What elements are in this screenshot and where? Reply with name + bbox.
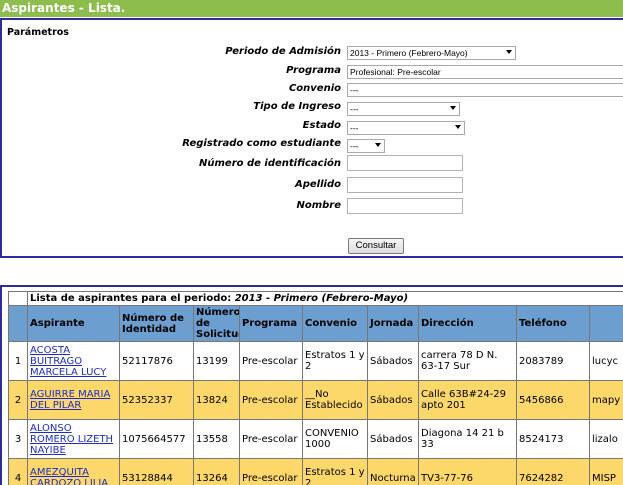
results-panel: Lista de aspirantes para el periodo: 201… [0, 285, 623, 485]
aspirante-link[interactable]: AMEZQUITA CARDOZO LILIA [30, 467, 108, 485]
row-index: 4 [9, 459, 28, 485]
telefono-cell: 2083789 [517, 342, 590, 381]
direccion-cell: carrera 78 D N. 63-17 Sur [419, 342, 517, 381]
tipo-ingreso-label: Tipo de Ingreso [253, 101, 341, 112]
table-row: 4 AMEZQUITA CARDOZO LILIA 53128844 13264… [9, 459, 623, 485]
solicitud-cell: 13558 [194, 420, 240, 459]
solicitud-cell: 13264 [194, 459, 240, 485]
jornada-cell: Sábados [368, 381, 419, 420]
registrado-label: Registrado como estudiante [182, 138, 341, 149]
table-row: 3 ALONSO ROMERO LIZETH NAYIBE 1075664577… [9, 420, 623, 459]
convenio-cell: Estratos 1 y 2 [303, 459, 368, 485]
aspirante-cell: ACOSTA BUITRAGO MARCELA LUCY [28, 342, 120, 381]
window-title: Aspirantes - Lista. [0, 0, 623, 17]
aspirante-cell: AMEZQUITA CARDOZO LILIA [28, 459, 120, 485]
nombre-label: Nombre [296, 200, 341, 211]
row-index: 3 [9, 420, 28, 459]
row-index: 1 [9, 342, 28, 381]
apellido-input[interactable] [347, 177, 463, 193]
telefono-cell: 8524173 [517, 420, 590, 459]
numero-identificacion-label: Número de identificación [199, 158, 341, 169]
aspirante-cell: ALONSO ROMERO LIZETH NAYIBE [28, 420, 120, 459]
programa-cell: Pre-escolar [240, 381, 303, 420]
convenio-cell: __No Establecido [303, 381, 368, 420]
identidad-cell: 1075664577 [120, 420, 194, 459]
telefono-cell: 7624282 [517, 459, 590, 485]
col-aspirante[interactable]: Aspirante [28, 306, 120, 342]
chevron-down-icon [506, 50, 512, 54]
table-row: 2 AGUIRRE MARIA DEL PILAR 52352337 13824… [9, 381, 623, 420]
solicitud-cell: 13824 [194, 381, 240, 420]
identidad-cell: 53128844 [120, 459, 194, 485]
solicitud-cell: 13199 [194, 342, 240, 381]
aspirante-link[interactable]: ALONSO ROMERO LIZETH NAYIBE [30, 423, 113, 456]
col-jornada[interactable]: Jornada [368, 306, 419, 342]
apellido-label: Apellido [295, 179, 341, 190]
tipo-ingreso-select[interactable]: --- [347, 102, 460, 116]
aspirante-link[interactable]: ACOSTA BUITRAGO MARCELA LUCY [30, 345, 106, 378]
col-convenio[interactable]: Convenio [303, 306, 368, 342]
row-index: 2 [9, 381, 28, 420]
direccion-cell: TV3-77-76 [419, 459, 517, 485]
table-row: 1 ACOSTA BUITRAGO MARCELA LUCY 52117876 … [9, 342, 623, 381]
chevron-down-icon [450, 106, 456, 110]
numero-identificacion-input[interactable] [347, 155, 463, 171]
identidad-cell: 52352337 [120, 381, 194, 420]
convenio-cell: CONVENIO 1000 [303, 420, 368, 459]
chevron-down-icon [375, 143, 381, 147]
col-email [590, 306, 623, 342]
programa-cell: Pre-escolar [240, 342, 303, 381]
parameters-title: Parámetros [7, 27, 69, 38]
convenio-select[interactable]: --- [347, 83, 623, 97]
results-caption: Lista de aspirantes para el periodo: 201… [28, 292, 623, 306]
col-direccion[interactable]: Dirección [419, 306, 517, 342]
aspirantes-table: Lista de aspirantes para el periodo: 201… [8, 291, 623, 485]
email-cell: mapy [590, 381, 623, 420]
direccion-cell: Diagona 14 21 b 33 [419, 420, 517, 459]
estado-label: Estado [303, 120, 341, 131]
col-numero-identidad[interactable]: Número de Identidad [120, 306, 194, 342]
jornada-cell: Sábados [368, 342, 419, 381]
consultar-button[interactable]: Consultar [348, 238, 404, 254]
direccion-cell: Calle 63B#24-29 apto 201 [419, 381, 517, 420]
periodo-label: Periodo de Admisión [225, 46, 341, 57]
jornada-cell: Sábados [368, 420, 419, 459]
chevron-down-icon [455, 125, 461, 129]
nombre-input[interactable] [347, 198, 463, 214]
email-cell: MISP [590, 459, 623, 485]
parameters-panel: Parámetros Periodo de Admisión 2013 - Pr… [0, 18, 623, 258]
programa-label: Programa [286, 65, 341, 76]
jornada-cell: Nocturna [368, 459, 419, 485]
aspirante-cell: AGUIRRE MARIA DEL PILAR [28, 381, 120, 420]
convenio-label: Convenio [289, 83, 341, 94]
col-telefono[interactable]: Teléfono [517, 306, 590, 342]
periodo-select[interactable]: 2013 - Primero (Febrero-Mayo) [347, 46, 516, 60]
email-cell: lucyc [590, 342, 623, 381]
col-programa[interactable]: Programa [240, 306, 303, 342]
aspirante-link[interactable]: AGUIRRE MARIA DEL PILAR [30, 389, 110, 411]
programa-cell: Pre-escolar [240, 459, 303, 485]
programa-cell: Pre-escolar [240, 420, 303, 459]
programa-select[interactable]: Profesional: Pre-escolar [347, 65, 623, 79]
estado-select[interactable]: --- [347, 121, 465, 135]
convenio-cell: Estratos 1 y 2 [303, 342, 368, 381]
registrado-select[interactable]: --- [347, 139, 385, 153]
email-cell: lizalo [590, 420, 623, 459]
telefono-cell: 5456866 [517, 381, 590, 420]
identidad-cell: 52117876 [120, 342, 194, 381]
col-numero-solicitud[interactable]: Número de Solicitud [194, 306, 240, 342]
